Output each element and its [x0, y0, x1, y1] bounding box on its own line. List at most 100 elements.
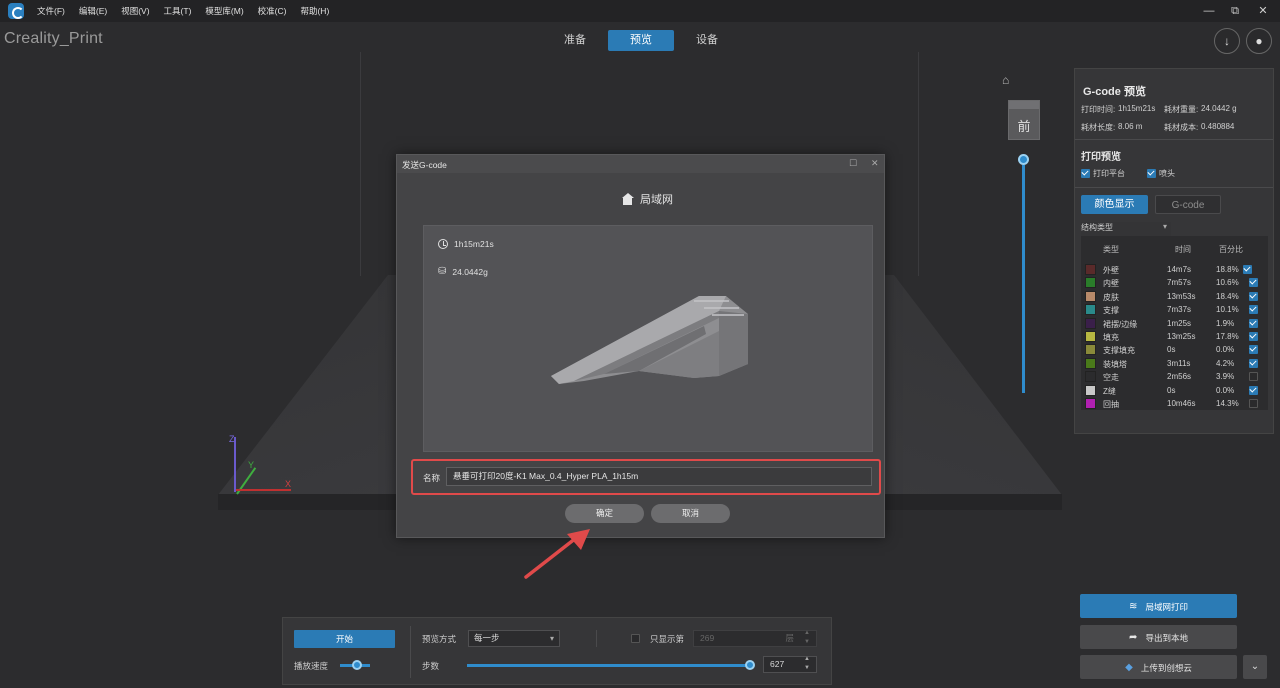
lan-print-button[interactable]: ≋ 局域网打印: [1080, 594, 1237, 618]
legend-row: 空走 2m56s 3.9%: [1081, 371, 1268, 384]
dialog-close-button[interactable]: ✕: [871, 158, 879, 169]
speed-label: 播放速度: [294, 661, 329, 671]
legend-percent: 10.1%: [1216, 305, 1239, 315]
lan-title: 局域网: [640, 194, 673, 206]
length-value: 8.06 m: [1118, 122, 1143, 131]
legend-visibility-checkbox[interactable]: [1249, 358, 1258, 368]
legend-visibility-checkbox[interactable]: [1249, 291, 1258, 301]
color-display-tab[interactable]: 颜色显示: [1081, 195, 1148, 214]
legend-time: 13m25s: [1167, 332, 1196, 341]
speed-slider-handle[interactable]: [351, 660, 362, 670]
start-button[interactable]: 开始: [294, 630, 395, 648]
steps-slider[interactable]: [467, 664, 750, 667]
legend-row: 内壁 7m57s 10.6%: [1081, 277, 1268, 290]
annotation-arrow-icon: [524, 529, 590, 579]
name-label: 名称: [423, 473, 441, 483]
home-view-icon[interactable]: ⌂: [1002, 74, 1016, 86]
legend-visibility-checkbox[interactable]: [1249, 385, 1258, 395]
user-icon[interactable]: ●: [1246, 28, 1272, 54]
layer-slider-track[interactable]: [1022, 165, 1025, 393]
dialog-maximize-button[interactable]: ☐: [849, 158, 857, 169]
more-options-button[interactable]: ⌄: [1243, 655, 1267, 679]
view-cube[interactable]: 前: [1008, 100, 1040, 140]
panel-title: G-code 预览: [1083, 86, 1146, 98]
cancel-button[interactable]: 取消: [651, 504, 730, 523]
maximize-button[interactable]: ⧉: [1220, 0, 1250, 22]
download-icon[interactable]: ↓: [1214, 28, 1240, 54]
legend-time: 0s: [1167, 345, 1176, 355]
legend-visibility-checkbox[interactable]: [1249, 278, 1258, 288]
legend-color-swatch[interactable]: [1085, 304, 1096, 316]
upload-cloud-label: 上传到创想云: [1140, 662, 1192, 673]
spinner-arrows-icon[interactable]: ▲ ▼: [804, 629, 810, 647]
length-label: 耗材长度:: [1081, 123, 1116, 132]
legend-time: 2m56s: [1167, 372, 1192, 382]
tab-prepare[interactable]: 准备: [542, 30, 608, 51]
show-plate-checkbox[interactable]: 打印平台: [1081, 168, 1125, 179]
legend-percent: 10.6%: [1216, 278, 1239, 288]
menu-edit[interactable]: 编辑(E): [72, 0, 114, 22]
legend-table: 类型 时间 百分比 外壁 14m7s 18.8% 内壁 7m57s 10.6% 皮肤 13m5…: [1081, 236, 1268, 410]
legend-percent: 14.3%: [1216, 399, 1239, 408]
only-show-layer-checkbox[interactable]: [631, 633, 640, 644]
legend-visibility-checkbox[interactable]: [1249, 399, 1258, 408]
send-gcode-dialog: 发送G-code ☐ ✕ 局域网 1h15m21s ⛁ 24.0442g 名称 …: [396, 154, 885, 538]
legend-visibility-checkbox[interactable]: [1249, 345, 1258, 355]
layer-number-value: 269: [700, 633, 715, 643]
menu-model-library[interactable]: 模型库(M): [198, 0, 250, 22]
export-local-button[interactable]: ➦ 导出到本地: [1080, 625, 1237, 649]
legend-color-swatch[interactable]: [1085, 357, 1096, 369]
legend-visibility-checkbox[interactable]: [1249, 318, 1258, 328]
legend-visibility-checkbox[interactable]: [1243, 265, 1252, 274]
menu-file[interactable]: 文件(F): [30, 0, 72, 22]
legend-visibility-checkbox[interactable]: [1249, 372, 1258, 382]
weight-icon: ⛁: [438, 266, 447, 277]
legend-row: 皮肤 13m53s 18.4%: [1081, 290, 1268, 304]
confirm-button[interactable]: 确定: [565, 504, 644, 523]
menu-tools[interactable]: 工具(T): [157, 0, 199, 22]
layer-number-input[interactable]: 269 层 ▲ ▼: [693, 630, 817, 647]
spinner-arrows-icon[interactable]: ▲ ▼: [804, 655, 810, 673]
weight-value: 24.0442 g: [1201, 104, 1237, 113]
col-time: 时间: [1175, 245, 1191, 254]
legend-color-swatch[interactable]: [1085, 317, 1096, 329]
preview-mode-select[interactable]: 每一步: [468, 630, 560, 647]
upload-cloud-button[interactable]: ◆ 上传到创想云: [1080, 655, 1237, 679]
divider: [1075, 187, 1273, 188]
steps-input[interactable]: 627 ▲ ▼: [763, 656, 817, 673]
legend-type: 装填塔: [1103, 359, 1127, 369]
legend-row: Z缝 0s 0.0%: [1081, 384, 1268, 398]
preview-mode-label: 预览方式: [422, 634, 457, 644]
legend-color-swatch[interactable]: [1085, 264, 1096, 275]
menu-view[interactable]: 视图(V): [114, 0, 156, 22]
layer-slider-handle[interactable]: [1018, 154, 1029, 165]
legend-color-swatch[interactable]: [1085, 371, 1096, 383]
legend-color-swatch[interactable]: [1085, 290, 1096, 302]
legend-color-swatch[interactable]: [1085, 331, 1096, 342]
file-name-input[interactable]: 悬垂可打印20度-K1 Max_0.4_Hyper PLA_1h15m: [446, 467, 872, 486]
close-window-button[interactable]: ✕: [1248, 0, 1278, 22]
wifi-icon: ≋: [1129, 600, 1138, 612]
menu-calibration[interactable]: 校准(C): [251, 0, 294, 22]
steps-value: 627: [770, 659, 785, 669]
legend-visibility-checkbox[interactable]: [1249, 305, 1258, 315]
legend-color-swatch[interactable]: [1085, 344, 1096, 356]
gcode-tab[interactable]: G-code: [1155, 195, 1221, 214]
steps-slider-handle[interactable]: [745, 660, 755, 670]
legend-row: 填充 13m25s 17.8%: [1081, 331, 1268, 344]
legend-time: 13m53s: [1167, 291, 1196, 301]
z-axis: [234, 437, 236, 492]
legend-color-swatch[interactable]: [1085, 277, 1096, 289]
structure-type-dropdown[interactable]: 结构类型: [1081, 222, 1171, 236]
build-volume-edge: [360, 52, 361, 276]
legend-color-swatch[interactable]: [1085, 384, 1096, 396]
model-render: [551, 296, 748, 384]
tab-device[interactable]: 设备: [674, 30, 740, 51]
menu-help[interactable]: 帮助(H): [293, 0, 336, 22]
legend-visibility-checkbox[interactable]: [1249, 332, 1258, 341]
show-nozzle-checkbox[interactable]: 喷头: [1147, 168, 1175, 179]
tab-preview[interactable]: 预览: [608, 30, 674, 51]
weight-info: ⛁ 24.0442g: [438, 266, 488, 277]
legend-color-swatch[interactable]: [1085, 398, 1096, 409]
legend-time: 3m11s: [1167, 358, 1191, 368]
